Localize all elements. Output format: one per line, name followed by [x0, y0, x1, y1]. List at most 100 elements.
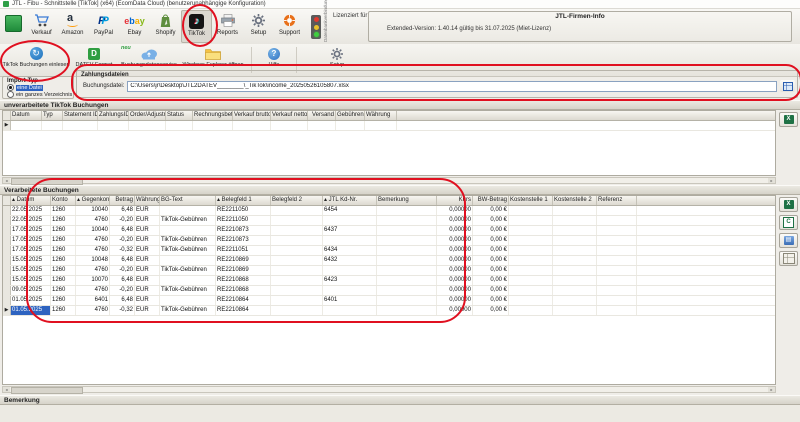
table-cell[interactable] — [377, 296, 437, 305]
table-row[interactable]: 17.05.20251260100406,48EURRE221087364370… — [3, 226, 775, 236]
table-cell[interactable] — [597, 226, 637, 235]
table-cell[interactable]: 1260 — [51, 306, 76, 315]
table-cell[interactable] — [377, 246, 437, 255]
table-cell[interactable] — [193, 121, 233, 130]
table-cell[interactable]: 0,00000 — [437, 216, 473, 225]
table-cell[interactable] — [271, 276, 323, 285]
table-cell[interactable] — [271, 226, 323, 235]
table-cell[interactable] — [63, 121, 98, 130]
table-cell[interactable]: -0,20 — [110, 286, 135, 295]
table-cell[interactable]: EUR — [135, 266, 160, 275]
column-header[interactable]: Rechnungsbetrag — [193, 111, 233, 120]
table-cell[interactable]: 10048 — [76, 256, 110, 265]
table-cell[interactable]: 4760 — [76, 216, 110, 225]
table-cell[interactable]: TikTok-Gebühren — [160, 306, 216, 315]
table-cell[interactable]: -0,32 — [110, 306, 135, 315]
table-cell[interactable]: RE2210873 — [216, 226, 271, 235]
table-cell[interactable]: 0,00 € — [473, 216, 509, 225]
table-cell[interactable]: 1260 — [51, 216, 76, 225]
table-cell[interactable] — [509, 226, 553, 235]
table-cell[interactable] — [509, 276, 553, 285]
bemerkung-field[interactable] — [0, 405, 800, 422]
table-cell[interactable]: 01.05.2025 — [11, 296, 51, 305]
column-header[interactable]: ▴ Belegfeld 1 — [216, 196, 271, 205]
table-cell[interactable]: RE2210864 — [216, 296, 271, 305]
table-cell[interactable]: 1260 — [51, 266, 76, 275]
tiktok-buchungen-einlesen-button[interactable]: ↻ TikTok Buchungen einlesen — [2, 44, 70, 75]
ribbon-tab-shopify[interactable]: Shopify — [150, 10, 181, 43]
column-header[interactable]: ▴ Gegenkonto — [76, 196, 110, 205]
table-cell[interactable]: 15.05.2025 — [11, 256, 51, 265]
table-cell[interactable]: EUR — [135, 236, 160, 245]
table-cell[interactable] — [323, 266, 377, 275]
horizontal-scrollbar[interactable]: ◂ ▸ — [2, 386, 776, 393]
table-cell[interactable]: 1260 — [51, 276, 76, 285]
table-cell[interactable]: 10040 — [76, 206, 110, 215]
table-cell[interactable] — [98, 121, 129, 130]
scroll-right-icon[interactable]: ▸ — [768, 178, 775, 183]
table-cell[interactable]: 1260 — [51, 226, 76, 235]
table-cell[interactable]: EUR — [135, 206, 160, 215]
table-cell[interactable]: 17.05.2025 — [11, 246, 51, 255]
table-cell[interactable]: RE2211050 — [216, 206, 271, 215]
table-cell[interactable] — [509, 306, 553, 315]
table-row[interactable]: 17.05.202512604760-0,20EURTikTok-Gebühre… — [3, 236, 775, 246]
table-row[interactable]: ▶ — [3, 121, 775, 131]
column-header[interactable]: Referenz — [597, 196, 637, 205]
table-cell[interactable] — [553, 296, 597, 305]
table-cell[interactable] — [509, 286, 553, 295]
table-cell[interactable] — [42, 121, 63, 130]
table-cell[interactable] — [377, 236, 437, 245]
table-cell[interactable] — [160, 276, 216, 285]
column-header[interactable]: Kostenstelle 1 — [509, 196, 553, 205]
table-cell[interactable]: -0,20 — [110, 236, 135, 245]
column-header[interactable]: Verkauf brutto — [233, 111, 271, 120]
table-cell[interactable]: RE2210864 — [216, 306, 271, 315]
table-cell[interactable] — [553, 276, 597, 285]
table-cell[interactable]: RE2210868 — [216, 276, 271, 285]
column-header[interactable]: Status — [166, 111, 193, 120]
table-cell[interactable] — [323, 286, 377, 295]
table-cell[interactable] — [271, 246, 323, 255]
scroll-left-icon[interactable]: ◂ — [3, 178, 10, 183]
table-cell[interactable] — [160, 226, 216, 235]
table-cell[interactable] — [129, 121, 166, 130]
table-cell[interactable] — [509, 296, 553, 305]
ribbon-tab-ebay[interactable]: ebay Ebay — [119, 10, 150, 43]
table-cell[interactable] — [509, 216, 553, 225]
buchungsdatei-input[interactable] — [127, 81, 777, 92]
table-cell[interactable] — [597, 296, 637, 305]
table-cell[interactable]: 0,00000 — [437, 306, 473, 315]
table-cell[interactable]: 0,00 € — [473, 226, 509, 235]
table-row[interactable]: 15.05.202512604760-0,20EURTikTok-Gebühre… — [3, 266, 775, 276]
table-cell[interactable]: 0,00 € — [473, 206, 509, 215]
table-cell[interactable]: 09.05.2025 — [11, 286, 51, 295]
table-cell[interactable]: EUR — [135, 216, 160, 225]
table-cell[interactable]: 6437 — [323, 226, 377, 235]
table-cell[interactable]: 4760 — [76, 266, 110, 275]
table-cell[interactable] — [597, 256, 637, 265]
table-cell[interactable] — [597, 276, 637, 285]
table-cell[interactable]: 6,48 — [110, 226, 135, 235]
table-cell[interactable]: 1260 — [51, 246, 76, 255]
table-cell[interactable] — [336, 121, 365, 130]
table-cell[interactable] — [597, 266, 637, 275]
table-cell[interactable]: EUR — [135, 306, 160, 315]
table-cell[interactable] — [271, 286, 323, 295]
table-cell[interactable]: 6432 — [323, 256, 377, 265]
table-row[interactable]: 09.05.202512604760-0,20EURTikTok-Gebühre… — [3, 286, 775, 296]
table-cell[interactable] — [377, 276, 437, 285]
column-header[interactable]: Kurs — [437, 196, 473, 205]
table-cell[interactable]: RE2211051 — [216, 246, 271, 255]
column-header[interactable]: Order/Adjustm. — [129, 111, 166, 120]
table-cell[interactable] — [166, 121, 193, 130]
scrollbar-thumb[interactable] — [11, 178, 83, 185]
table-cell[interactable]: 6401 — [323, 296, 377, 305]
ribbon-tab-reports[interactable]: Reports — [212, 10, 243, 43]
table-cell[interactable] — [377, 216, 437, 225]
table-cell[interactable]: RE2211050 — [216, 216, 271, 225]
table-cell[interactable] — [377, 306, 437, 315]
table-cell[interactable]: -0,20 — [110, 266, 135, 275]
column-header[interactable]: Währung — [365, 111, 397, 120]
table-cell[interactable] — [553, 306, 597, 315]
